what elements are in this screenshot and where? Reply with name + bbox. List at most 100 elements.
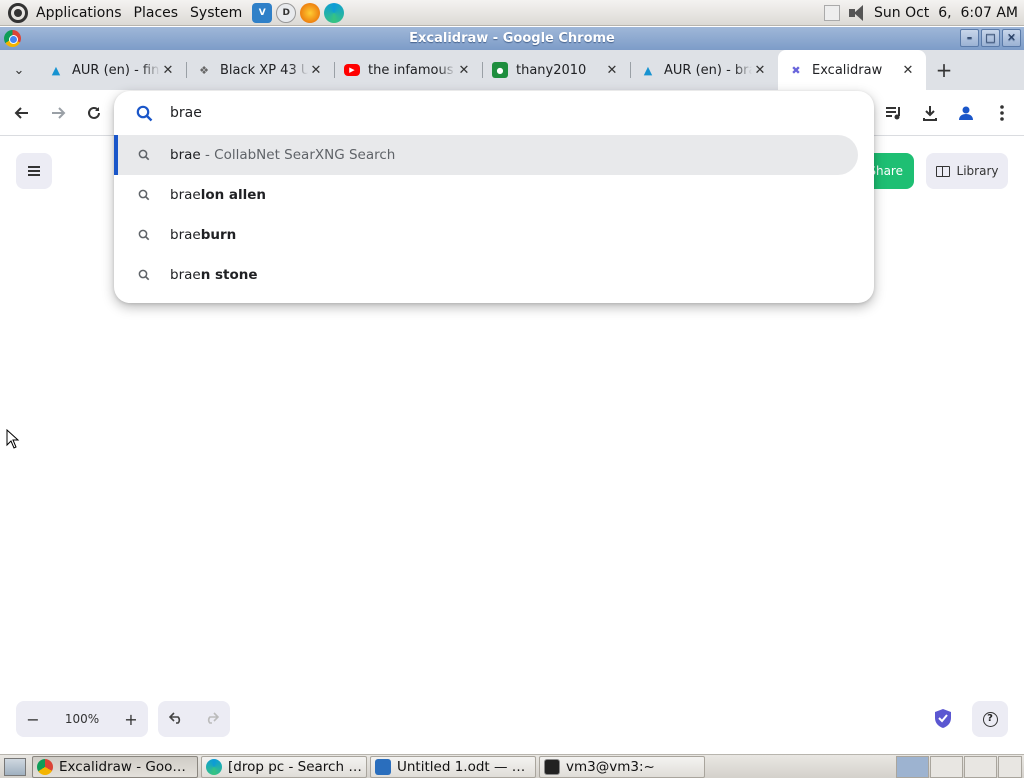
xp-icon: ❖ — [199, 63, 209, 77]
excalidraw-icon: ✖ — [791, 63, 801, 77]
media-controls-icon[interactable] — [882, 101, 906, 125]
workspace-1[interactable] — [896, 756, 929, 778]
calendar-icon[interactable]: D — [276, 2, 297, 23]
applications-menu[interactable]: Applications — [30, 0, 128, 26]
close-icon[interactable]: ✕ — [900, 63, 916, 78]
chrome-icon[interactable] — [4, 30, 21, 47]
edge-icon — [206, 758, 222, 775]
workspace-3[interactable] — [964, 756, 997, 778]
tab-title: the infamous — [368, 62, 454, 78]
omnibox-input-row[interactable]: brae — [114, 91, 874, 135]
profile-avatar-icon[interactable] — [954, 101, 978, 125]
workspace-4[interactable] — [998, 756, 1022, 778]
close-icon[interactable]: ✕ — [160, 63, 176, 78]
suggestion-completion: burn — [200, 227, 237, 243]
undo-redo-controls — [158, 701, 230, 737]
tab-title: AUR (en) - find — [72, 62, 160, 78]
omnibox-dropdown: brae brae - CollabNet SearXNG Search bra… — [114, 91, 874, 303]
suggestion-item[interactable]: brae - CollabNet SearXNG Search — [114, 135, 858, 175]
taskbar-item-search[interactable]: [drop pc - Search I... — [201, 755, 367, 778]
suggestion-match: brae — [170, 187, 201, 203]
download-icon[interactable] — [918, 101, 942, 125]
clock[interactable]: Sun Oct 6, 6:07 AM — [874, 5, 1018, 21]
suggestion-item[interactable]: braeburn — [114, 215, 858, 255]
library-label: Library — [956, 164, 999, 178]
suggestion-text: braeburn — [170, 227, 236, 243]
forward-arrow-icon[interactable] — [46, 101, 70, 125]
tab-thany2010[interactable]: ● thany2010 ✕ — [482, 50, 630, 90]
minimize-button[interactable]: – — [960, 29, 979, 47]
back-arrow-icon[interactable] — [10, 101, 34, 125]
taskbar-label: [drop pc - Search I... — [228, 758, 362, 775]
tab-black-xp[interactable]: ❖ Black XP 43 Ultimate ✕ — [186, 50, 334, 90]
taskbar-label: Excalidraw - Google... — [59, 758, 193, 775]
top-panel: Applications Places System V D Sun Oct 6… — [0, 0, 1024, 26]
window-title: Excalidraw - Google Chrome — [409, 31, 615, 46]
suggestion-match: brae — [170, 147, 201, 163]
tab-title: Black XP 43 Ultimate — [220, 62, 308, 78]
panel-menu: Applications Places System V D — [0, 0, 345, 26]
close-icon[interactable]: ✕ — [752, 63, 768, 78]
taskbar-label: Untitled 1.odt — Lib... — [397, 758, 531, 775]
taskbar-label: vm3@vm3:~ — [566, 758, 655, 775]
close-icon[interactable]: ✕ — [604, 63, 620, 78]
search-icon — [138, 269, 150, 285]
workspace-2[interactable] — [930, 756, 963, 778]
close-icon[interactable]: ✕ — [308, 63, 324, 78]
tab-aur-brave[interactable]: ▲ AUR (en) - brave ✕ — [630, 50, 778, 90]
zoom-in-button[interactable]: + — [114, 710, 148, 729]
kebab-menu-icon[interactable] — [990, 101, 1014, 125]
firefox-icon[interactable] — [300, 2, 321, 23]
shield-check-icon[interactable] — [934, 708, 952, 729]
omnibox-input[interactable]: brae — [170, 105, 202, 121]
gnome-foot-icon[interactable] — [8, 2, 28, 23]
close-window-button[interactable]: ✕ — [1002, 29, 1021, 47]
taskbar-item-terminal[interactable]: vm3@vm3:~ — [539, 755, 705, 778]
undo-icon[interactable] — [168, 710, 183, 728]
mouse-pointer-icon — [6, 428, 20, 453]
panel-tray: Sun Oct 6, 6:07 AM — [824, 4, 1024, 21]
search-icon — [138, 189, 150, 205]
tab-title: thany2010 — [516, 62, 587, 78]
close-icon[interactable]: ✕ — [456, 63, 472, 78]
hamburger-icon — [28, 166, 40, 176]
vscode-icon[interactable]: V — [252, 2, 273, 23]
search-icon — [138, 149, 150, 165]
volume-icon[interactable] — [848, 4, 866, 21]
arch-icon: ▲ — [643, 63, 653, 77]
show-desktop-icon[interactable] — [4, 757, 26, 776]
zoom-level[interactable]: 100% — [50, 712, 114, 726]
tab-title: Excalidraw — [812, 62, 883, 78]
tab-infamous[interactable]: ▶ the infamous ✕ — [334, 50, 482, 90]
suggestion-match: brae — [170, 267, 201, 283]
bottom-panel: Excalidraw - Google... [drop pc - Search… — [0, 754, 1024, 778]
window-titlebar[interactable]: Excalidraw - Google Chrome – □ ✕ — [0, 27, 1024, 50]
search-icon — [136, 105, 153, 126]
suggestion-item[interactable]: braen stone — [114, 255, 858, 295]
window-controls: – □ ✕ — [960, 29, 1021, 47]
library-button[interactable]: Library — [926, 153, 1008, 189]
tray-box-icon[interactable] — [824, 4, 840, 21]
edge-dev-icon[interactable] — [324, 2, 345, 23]
green-app-icon: ● — [492, 62, 508, 78]
search-icon — [138, 229, 150, 245]
tab-excalidraw[interactable]: ✖ Excalidraw ✕ — [778, 50, 926, 90]
system-menu[interactable]: System — [184, 0, 248, 26]
tab-search-chevron-icon[interactable]: ⌄ — [0, 50, 38, 90]
reload-icon[interactable] — [82, 101, 106, 125]
help-button[interactable]: ? — [972, 701, 1008, 737]
zoom-out-button[interactable]: − — [16, 710, 50, 729]
main-menu-button[interactable] — [16, 153, 52, 189]
writer-icon — [375, 758, 391, 775]
tab-aur-find[interactable]: ▲ AUR (en) - find ✕ — [38, 50, 186, 90]
maximize-button[interactable]: □ — [981, 29, 1000, 47]
suggestion-text: braelon allen — [170, 187, 266, 203]
arch-icon: ▲ — [51, 63, 61, 77]
new-tab-button[interactable]: + — [926, 50, 962, 90]
places-menu[interactable]: Places — [128, 0, 185, 26]
suggestion-item[interactable]: braelon allen — [114, 175, 858, 215]
question-icon: ? — [982, 711, 998, 727]
taskbar-item-excalidraw[interactable]: Excalidraw - Google... — [32, 755, 198, 778]
taskbar-item-writer[interactable]: Untitled 1.odt — Lib... — [370, 755, 536, 778]
redo-icon[interactable] — [205, 710, 220, 728]
